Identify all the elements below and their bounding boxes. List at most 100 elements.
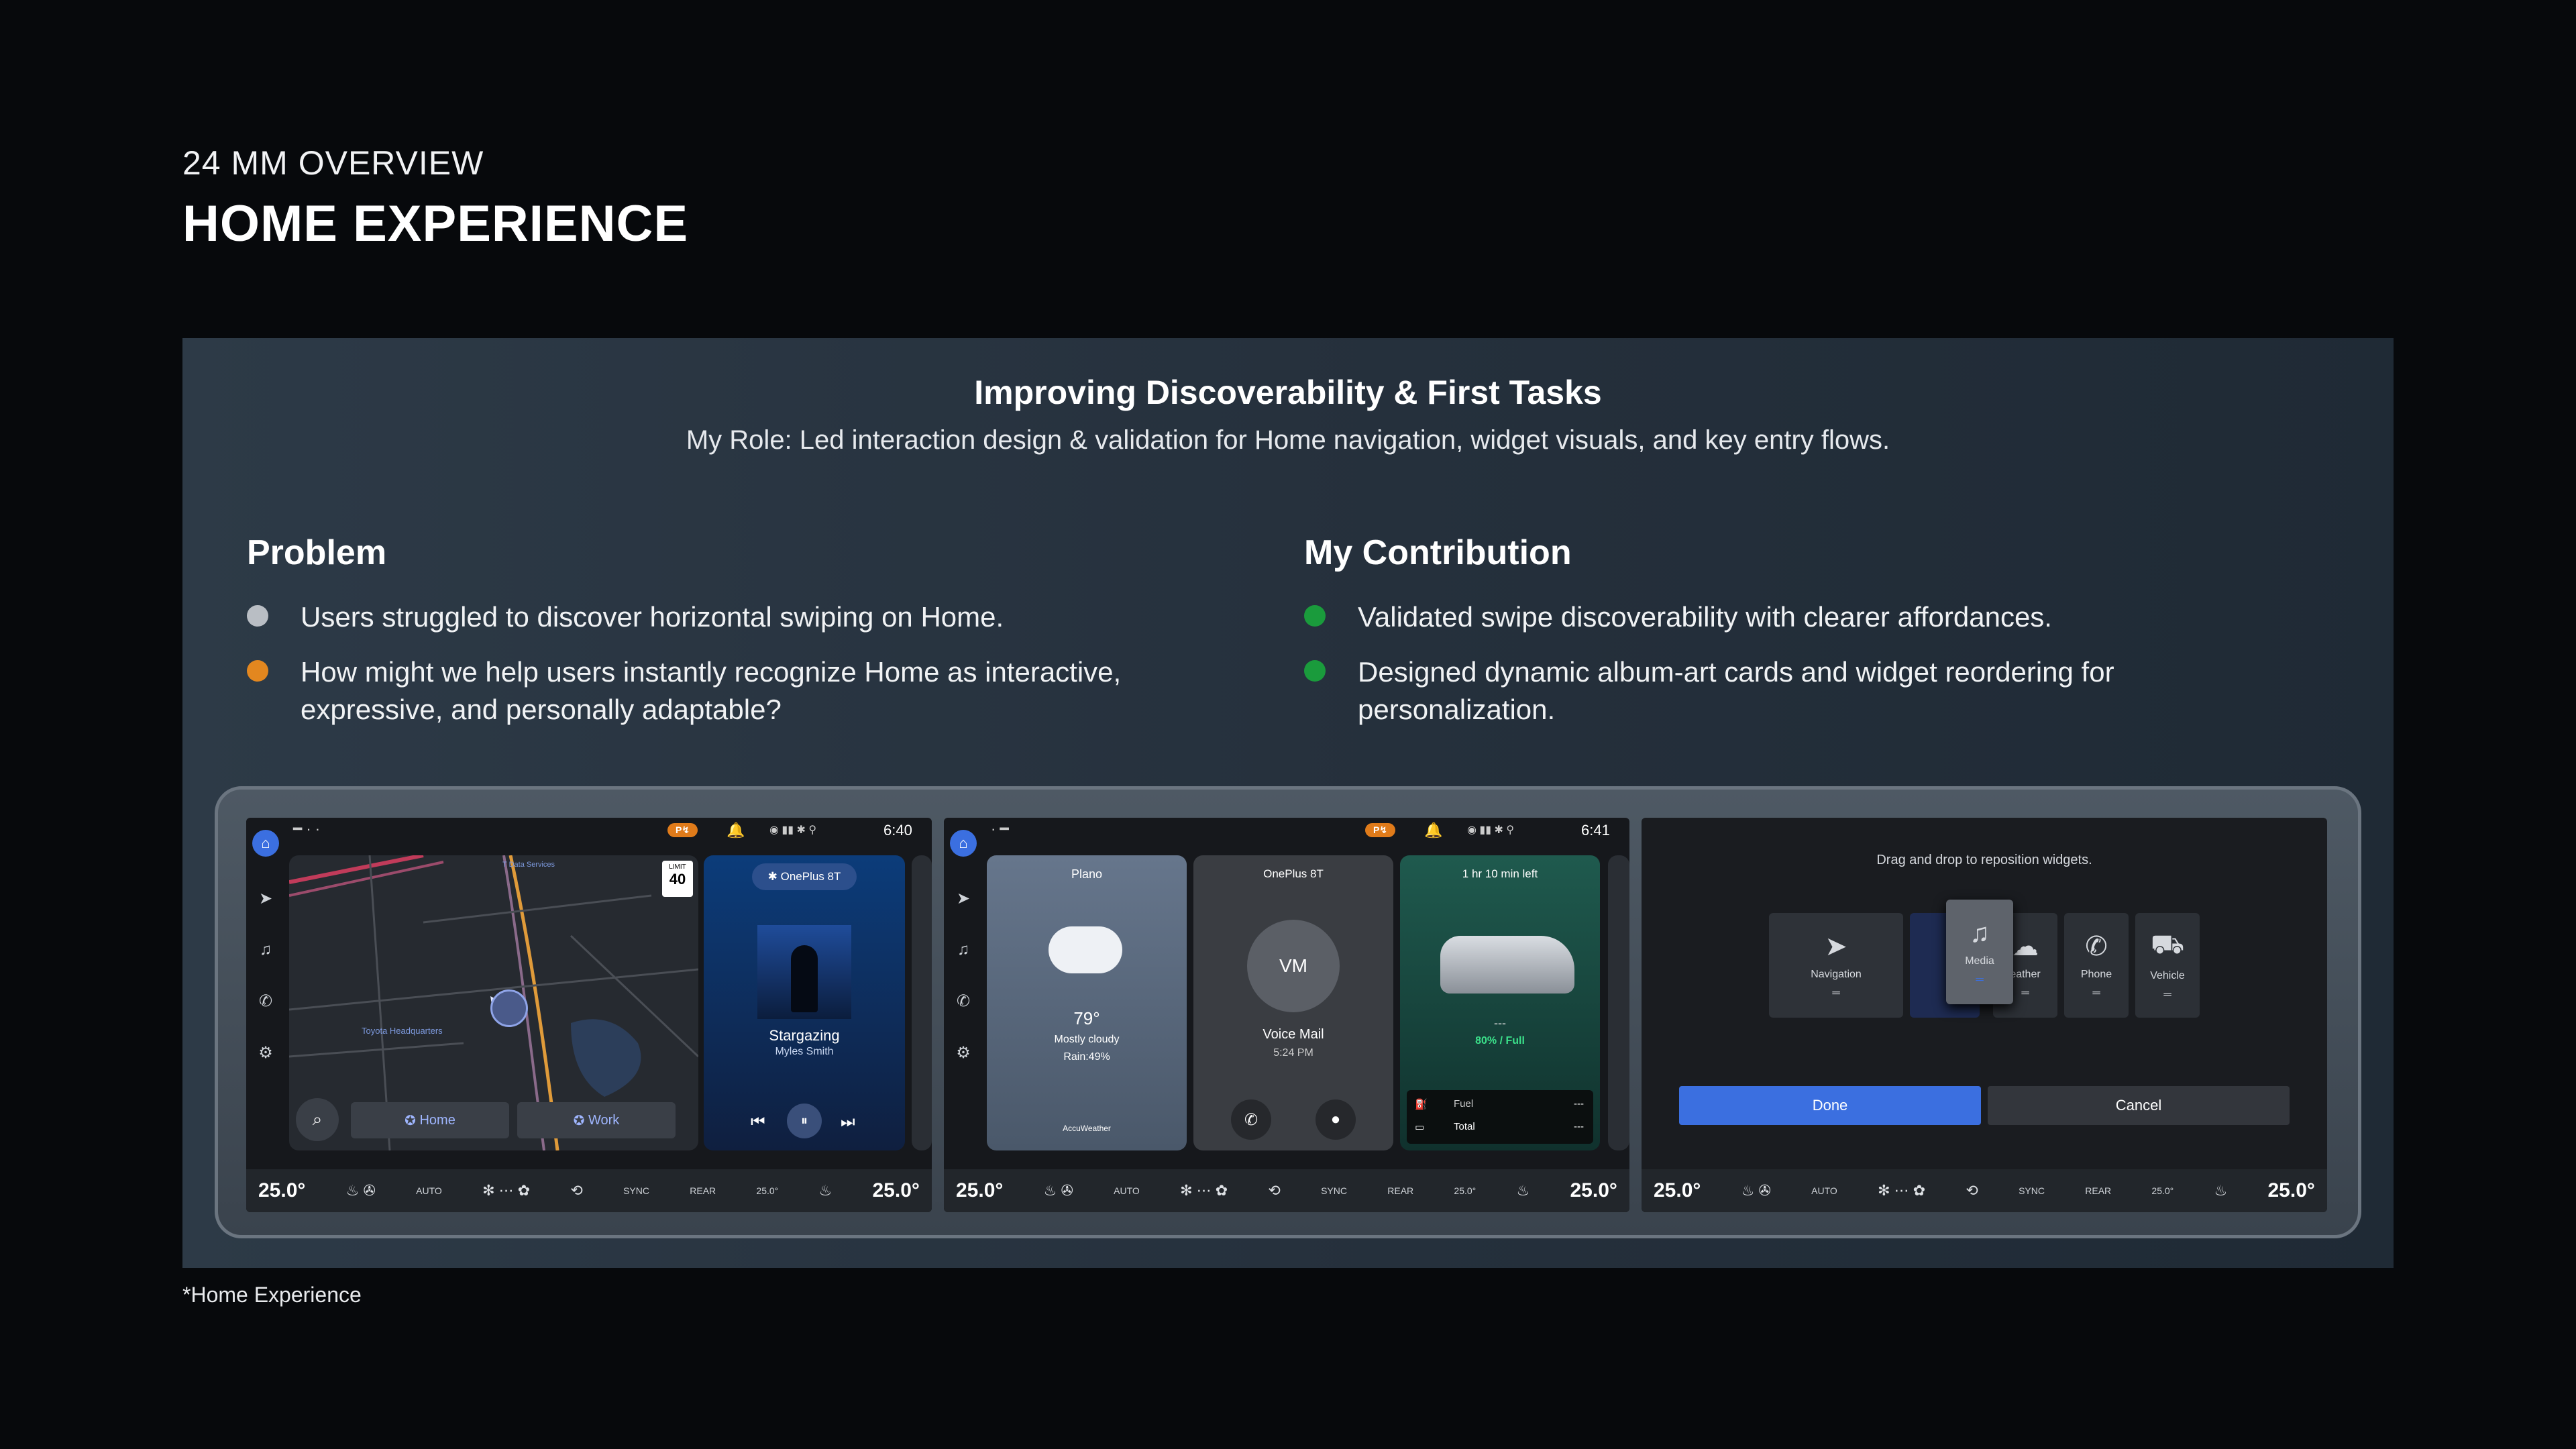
seat-heat-icon[interactable]: ♨ ✇ xyxy=(346,1182,376,1199)
music-icon[interactable]: ♫ xyxy=(260,941,272,959)
previous-icon[interactable]: ⏮ xyxy=(751,1113,765,1132)
phone-icon[interactable]: ✆ xyxy=(957,991,970,1011)
fan-icon[interactable]: ✻ ⋯ ✿ xyxy=(1180,1182,1228,1199)
drag-handle-icon: · ━ xyxy=(991,820,1009,837)
weather-widget[interactable]: Plano 79° Mostly cloudy Rain:49% AccuWea… xyxy=(987,855,1187,1150)
seat-heat-icon[interactable]: ♨ xyxy=(819,1182,833,1199)
bell-icon[interactable]: 🔔 xyxy=(1424,822,1442,839)
song-title: Stargazing xyxy=(769,1027,840,1044)
gear-icon[interactable]: ⚙ xyxy=(956,1043,971,1063)
next-icon[interactable]: ⏭ xyxy=(841,1113,855,1132)
sync-label[interactable]: SYNC xyxy=(1321,1185,1347,1196)
bluetooth-chip: ✱ OnePlus 8T xyxy=(752,863,857,890)
eyebrow: 24 MM OVERVIEW xyxy=(182,144,484,182)
widget-phone[interactable]: ✆ Phone ═ xyxy=(2064,913,2129,1018)
map-widget[interactable]: Toyota Headquarters T Data Services LIMI… xyxy=(289,855,698,1150)
drag-handle-icon: ═ xyxy=(2092,987,2100,999)
screen-widget-reorder: Drag and drop to reposition widgets. ➤ Na… xyxy=(1642,818,2327,1212)
page-title: HOME EXPERIENCE xyxy=(182,195,689,252)
weather-temp: 79° xyxy=(1073,1008,1100,1028)
total-label: Total xyxy=(1454,1121,1475,1132)
search-icon[interactable]: ⌕ xyxy=(296,1098,339,1141)
device-frame: ⌂ ➤ ♫ ✆ ⚙ ━ · · P↯ 🔔 ◉ ▮▮ ✱ ⚲ 6:40 Toyot… xyxy=(215,786,2361,1238)
widget-media-dragging[interactable]: ♫ Media ═ xyxy=(1946,900,2013,1004)
driver-temp[interactable]: 25.0° xyxy=(1654,1179,1701,1202)
auto-label[interactable]: AUTO xyxy=(416,1185,442,1196)
widget-navigation[interactable]: ➤ Navigation ═ xyxy=(1769,913,1903,1018)
call-icon[interactable]: ✆ xyxy=(1231,1099,1271,1140)
drag-handle-icon: ═ xyxy=(2021,987,2029,999)
drag-hint: Drag and drop to reposition widgets. xyxy=(1876,853,2092,867)
auto-label[interactable]: AUTO xyxy=(1811,1185,1837,1196)
peek-card xyxy=(912,855,932,1150)
music-icon[interactable]: ♫ xyxy=(957,941,969,959)
passenger-temp[interactable]: 25.0° xyxy=(1570,1179,1617,1202)
phone-icon[interactable]: ✆ xyxy=(259,991,272,1011)
clock: 6:40 xyxy=(883,822,912,839)
phone-widget[interactable]: OnePlus 8T VM Voice Mail 5:24 PM ✆ ● xyxy=(1193,855,1393,1150)
drag-handle-icon: ═ xyxy=(1832,987,1840,999)
song-artist: Myles Smith xyxy=(775,1046,834,1057)
rear-label[interactable]: REAR xyxy=(690,1185,716,1196)
fan-icon[interactable]: ✻ ⋯ ✿ xyxy=(482,1182,530,1199)
widget-label: Media xyxy=(1965,955,1994,967)
fuel-label: Fuel xyxy=(1454,1098,1474,1110)
bullet-dot xyxy=(1304,660,1326,682)
seat-heat-icon[interactable]: ♨ xyxy=(1517,1182,1530,1199)
sync-label[interactable]: SYNC xyxy=(2019,1185,2045,1196)
car-icon: ▭ xyxy=(1415,1122,1425,1133)
seat-heat-icon[interactable]: ♨ xyxy=(2214,1182,2228,1199)
message-icon[interactable]: ● xyxy=(1316,1099,1356,1140)
contribution-column: My Contribution Validated swipe discover… xyxy=(1304,533,2310,746)
panel-title: Improving Discoverability & First Tasks xyxy=(974,374,1602,411)
gear-icon[interactable]: ⚙ xyxy=(258,1043,273,1063)
profile-icon[interactable]: ◉ ▮▮ ✱ ⚲ xyxy=(769,823,816,837)
pause-icon[interactable]: ⏸ xyxy=(787,1104,822,1138)
bluetooth-device: OnePlus 8T xyxy=(1263,867,1324,880)
work-pin-icon: ✪ xyxy=(573,1113,588,1128)
time-left: 1 hr 10 min left xyxy=(1462,867,1538,880)
phone-icon: ✆ xyxy=(2085,932,2108,961)
seat-heat-icon[interactable]: ♨ ✇ xyxy=(1044,1182,1073,1199)
media-widget[interactable]: ✱ OnePlus 8T Stargazing Myles Smith ⏮ ⏸ … xyxy=(704,855,905,1150)
fan-icon[interactable]: ✻ ⋯ ✿ xyxy=(1878,1182,1925,1199)
recirc-icon[interactable]: ⟲ xyxy=(570,1182,582,1199)
cloud-icon xyxy=(1049,926,1122,973)
vehicle-widget[interactable]: 1 hr 10 min left --- 80% / Full ⛽ Fuel -… xyxy=(1400,855,1600,1150)
status-badge: P↯ xyxy=(667,823,698,837)
rear-temp: 25.0° xyxy=(756,1185,779,1196)
weather-city: Plano xyxy=(1071,867,1103,881)
recirc-icon[interactable]: ⟲ xyxy=(1268,1182,1280,1199)
passenger-temp[interactable]: 25.0° xyxy=(873,1179,920,1202)
music-icon: ♫ xyxy=(1970,918,1990,948)
cancel-button[interactable]: Cancel xyxy=(1988,1086,2290,1125)
done-button[interactable]: Done xyxy=(1679,1086,1981,1125)
navigation-icon[interactable]: ➤ xyxy=(957,889,970,908)
widget-vehicle[interactable]: ⛟ Vehicle ═ xyxy=(2135,913,2200,1018)
work-label: Work xyxy=(588,1112,620,1128)
rear-label[interactable]: REAR xyxy=(2085,1185,2111,1196)
sync-label[interactable]: SYNC xyxy=(623,1185,649,1196)
problem-column: Problem Users struggled to discover hori… xyxy=(247,533,1253,746)
drag-handle-icon: ═ xyxy=(1976,973,1984,985)
bullet-text: Validated swipe discoverability with cle… xyxy=(1358,601,2052,633)
driver-temp[interactable]: 25.0° xyxy=(956,1179,1003,1202)
passenger-temp[interactable]: 25.0° xyxy=(2268,1179,2315,1202)
location-marker-icon xyxy=(490,989,528,1027)
bullet-text: Users struggled to discover horizontal s… xyxy=(301,601,1004,633)
rear-label[interactable]: REAR xyxy=(1387,1185,1413,1196)
home-destination-button[interactable]: ✪ Home xyxy=(351,1102,509,1138)
auto-label[interactable]: AUTO xyxy=(1114,1185,1140,1196)
widget-label: Phone xyxy=(2080,969,2112,980)
bell-icon[interactable]: 🔔 xyxy=(727,822,745,839)
bluetooth-icon: ✱ xyxy=(767,870,781,883)
seat-heat-icon[interactable]: ♨ ✇ xyxy=(1741,1182,1771,1199)
bullet-text: How might we help users instantly recogn… xyxy=(301,656,1122,725)
navigation-icon[interactable]: ➤ xyxy=(259,889,272,908)
recirc-icon[interactable]: ⟲ xyxy=(1966,1182,1978,1199)
work-destination-button[interactable]: ✪ Work xyxy=(517,1102,676,1138)
driver-temp[interactable]: 25.0° xyxy=(258,1179,305,1202)
total-value: --- xyxy=(1574,1121,1584,1132)
profile-icon[interactable]: ◉ ▮▮ ✱ ⚲ xyxy=(1467,823,1514,837)
bullet-item: Users struggled to discover horizontal s… xyxy=(247,598,1253,636)
